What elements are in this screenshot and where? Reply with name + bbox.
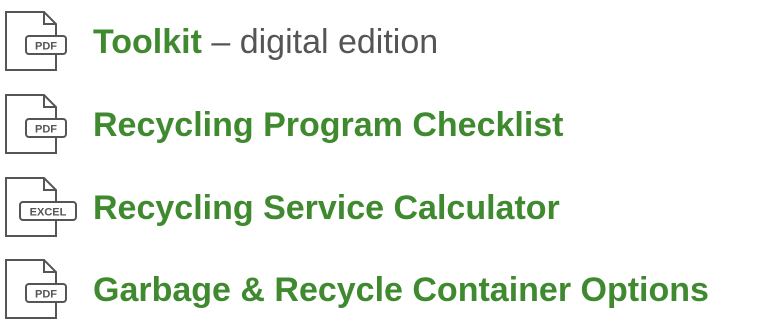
- document-title: Recycling Service Calculator: [93, 189, 560, 227]
- pdf-file-icon[interactable]: PDF: [4, 87, 82, 159]
- file-type-label: PDF: [35, 124, 57, 136]
- document-title: Garbage & Recycle Container Options: [93, 271, 709, 309]
- document-link-toolkit[interactable]: Toolkit – digital edition: [93, 22, 438, 62]
- file-type-label: PDF: [35, 289, 57, 301]
- document-list: PDF Toolkit – digital edition PDF Recycl…: [0, 0, 769, 324]
- document-title: Toolkit: [93, 23, 202, 61]
- document-link-recycling-service-calculator[interactable]: Recycling Service Calculator: [93, 188, 560, 228]
- pdf-file-icon[interactable]: PDF: [4, 252, 82, 324]
- list-item: PDF Recycling Program Checklist: [0, 83, 769, 163]
- document-title: Recycling Program Checklist: [93, 106, 564, 144]
- excel-file-icon[interactable]: EXCEL: [4, 170, 82, 242]
- list-item: PDF Garbage & Recycle Container Options: [0, 248, 769, 328]
- document-link-garbage-recycle-container-options[interactable]: Garbage & Recycle Container Options: [93, 270, 709, 310]
- document-link-recycling-program-checklist[interactable]: Recycling Program Checklist: [93, 105, 564, 145]
- list-item: PDF Toolkit – digital edition: [0, 0, 769, 80]
- file-type-label: EXCEL: [30, 207, 67, 219]
- file-type-label: PDF: [35, 41, 57, 53]
- list-item: EXCEL Recycling Service Calculator: [0, 166, 769, 246]
- pdf-file-icon[interactable]: PDF: [4, 4, 82, 76]
- document-subtitle: – digital edition: [201, 23, 439, 61]
